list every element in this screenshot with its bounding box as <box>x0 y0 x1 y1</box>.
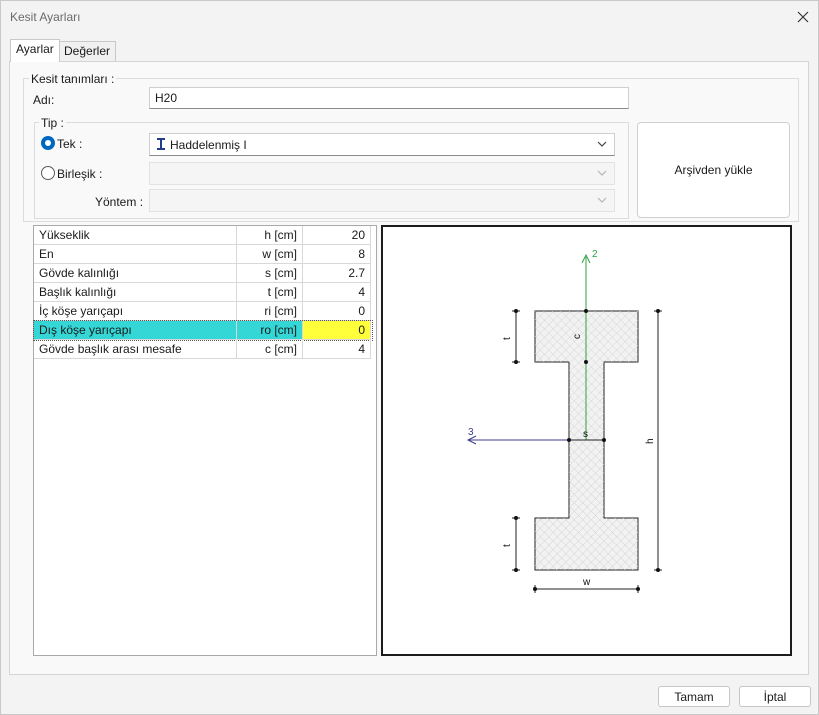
type-group-title: Tip : <box>39 116 66 130</box>
composite-label: Birleşik : <box>57 167 103 181</box>
single-profile-value: Haddelenmiş I <box>170 138 247 152</box>
dim-c-label: c <box>572 334 583 339</box>
property-value[interactable]: 8 <box>303 245 371 264</box>
property-name: Gövde başlık arası mesafe <box>34 340 237 359</box>
composite-select[interactable] <box>149 162 615 185</box>
i-beam-icon <box>157 138 165 150</box>
property-unit: s [cm] <box>237 264 303 283</box>
dim-h-label: h <box>645 438 656 444</box>
title-bar: Kesit Ayarları <box>1 1 818 33</box>
dim-t-bottom-label: t <box>502 544 513 547</box>
cancel-button[interactable]: İptal <box>739 686 811 707</box>
property-value[interactable]: 0 <box>303 321 371 340</box>
property-value[interactable]: 0 <box>303 302 371 321</box>
property-name: En <box>34 245 237 264</box>
table-row[interactable]: En w [cm] 8 <box>34 245 372 264</box>
table-row[interactable]: Yükseklik h [cm] 20 <box>34 226 372 245</box>
axis-2-label: 2 <box>592 249 598 260</box>
property-value[interactable]: 4 <box>303 283 371 302</box>
single-label: Tek : <box>57 137 83 151</box>
dialog-window: Kesit Ayarları Ayarlar Değerler Kesit ta… <box>0 0 819 715</box>
ok-button[interactable]: Tamam <box>658 686 730 707</box>
dim-w-label: w <box>582 577 591 588</box>
property-name: İç köşe yarıçapı <box>34 302 237 321</box>
name-label: Adı: <box>33 93 55 107</box>
property-grid: Yükseklik h [cm] 20 En w [cm] 8 Gövde ka… <box>33 225 377 656</box>
section-drawing-panel: 2 3 s c h t t w <box>381 225 792 656</box>
dim-t-top-label: t <box>502 337 513 340</box>
property-name: Başlık kalınlığı <box>34 283 237 302</box>
property-unit: h [cm] <box>237 226 303 245</box>
table-row[interactable]: İç köşe yarıçapı ri [cm] 0 <box>34 302 372 321</box>
property-value[interactable]: 2.7 <box>303 264 371 283</box>
tab-degerler[interactable]: Değerler <box>58 41 117 61</box>
chevron-down-icon <box>597 197 607 203</box>
table-row[interactable]: Gövde kalınlığı s [cm] 2.7 <box>34 264 372 283</box>
dim-s-label: s <box>583 429 588 440</box>
axis-3-label: 3 <box>468 427 474 438</box>
property-value[interactable]: 20 <box>303 226 371 245</box>
single-radio[interactable] <box>41 136 55 150</box>
single-profile-select[interactable]: Haddelenmiş I <box>149 133 615 156</box>
section-definition-title: Kesit tanımları : <box>29 72 117 86</box>
property-name: Yükseklik <box>34 226 237 245</box>
window-title: Kesit Ayarları <box>10 10 81 24</box>
chevron-down-icon <box>597 141 607 147</box>
property-unit: w [cm] <box>237 245 303 264</box>
chevron-down-icon <box>597 170 607 176</box>
tab-ayarlar[interactable]: Ayarlar <box>10 39 60 62</box>
table-row[interactable]: Gövde başlık arası mesafe c [cm] 4 <box>34 340 372 359</box>
property-unit: ro [cm] <box>237 321 303 340</box>
property-unit: c [cm] <box>237 340 303 359</box>
method-select[interactable] <box>149 189 615 212</box>
property-unit: t [cm] <box>237 283 303 302</box>
property-unit: ri [cm] <box>237 302 303 321</box>
property-name: Gövde kalınlığı <box>34 264 237 283</box>
property-value[interactable]: 4 <box>303 340 371 359</box>
close-icon <box>797 11 809 23</box>
method-label: Yöntem : <box>95 195 144 209</box>
table-row-selected[interactable]: Dış köşe yarıçapı ro [cm] 0 <box>33 320 373 341</box>
load-from-archive-button[interactable]: Arşivden yükle <box>637 122 790 218</box>
name-input[interactable]: H20 <box>149 87 629 109</box>
close-button[interactable] <box>791 5 815 29</box>
composite-radio[interactable] <box>41 166 55 180</box>
table-row[interactable]: Başlık kalınlığı t [cm] 4 <box>34 283 372 302</box>
i-section-drawing: 2 3 s c h t t w <box>466 249 662 593</box>
property-name: Dış köşe yarıçapı <box>34 321 237 340</box>
